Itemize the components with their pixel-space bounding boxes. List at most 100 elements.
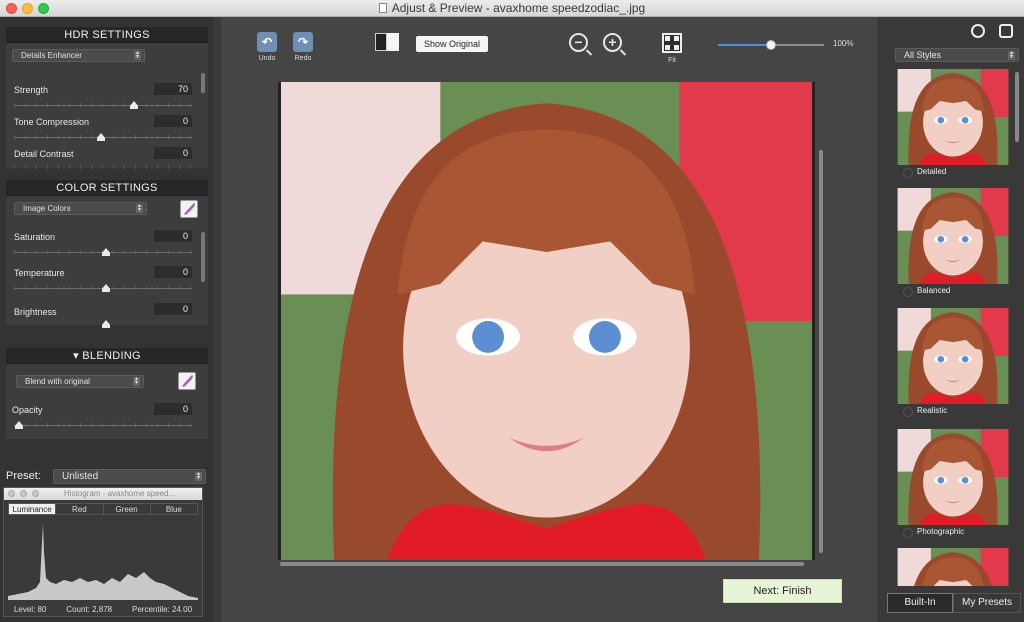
histogram-close-button[interactable] xyxy=(8,490,15,497)
color-settings-header: COLOR SETTINGS xyxy=(6,180,208,196)
histogram-titlebar: Histogram - avaxhome speed... xyxy=(4,488,202,500)
temperature-label: Temperature xyxy=(14,268,65,278)
style-preview-image xyxy=(897,69,1009,165)
tab-luminance[interactable]: Luminance xyxy=(9,504,57,514)
vertical-scrollbar[interactable] xyxy=(819,150,823,553)
style-preview-image xyxy=(897,429,1009,525)
hdr-preset-value: Details Enhancer xyxy=(21,51,82,60)
blend-mode-dropdown[interactable]: Blend with original ▴ ▾ xyxy=(16,375,144,388)
next-finish-button[interactable]: Next: Finish xyxy=(723,579,842,603)
tone-compression-value[interactable]: 0 xyxy=(154,115,192,127)
style-thumbnail[interactable] xyxy=(897,548,1009,586)
style-preview-image xyxy=(897,188,1009,284)
document-icon xyxy=(378,3,387,13)
compare-after-icon xyxy=(387,33,399,51)
tab-red[interactable]: Red xyxy=(56,504,104,514)
zoom-slider-knob[interactable] xyxy=(766,40,776,50)
opacity-slider-track[interactable] xyxy=(14,425,192,426)
styles-panel: All Styles ▴ ▾ Detailed Balanced Realisti… xyxy=(878,17,1024,622)
hdr-scrollbar[interactable] xyxy=(201,73,205,93)
color-scrollbar[interactable] xyxy=(201,232,205,282)
histogram-footer: Level: 80 Count: 2,878 Percentile: 24.00 xyxy=(4,605,202,614)
redo-arrow-icon: ↷ xyxy=(293,32,313,52)
updown-arrows-icon: ▴ ▾ xyxy=(1008,50,1015,60)
blend-brush-button[interactable] xyxy=(178,372,196,390)
camera-roll-icon[interactable] xyxy=(971,24,985,38)
tab-built-in[interactable]: Built-In xyxy=(887,593,953,613)
styles-filter-dropdown[interactable]: All Styles ▴ ▾ xyxy=(895,48,1019,62)
preview-image[interactable] xyxy=(278,82,815,560)
redo-button[interactable]: ↷ Redo xyxy=(293,32,313,62)
zoom-out-icon[interactable]: − xyxy=(569,33,588,52)
color-preset-value: Image Colors xyxy=(23,204,71,213)
style-thumbnail[interactable]: Balanced xyxy=(897,188,1009,298)
brush-icon xyxy=(184,203,195,215)
style-thumbnail[interactable]: Realistic xyxy=(897,308,1009,418)
style-label: Realistic xyxy=(897,404,1009,418)
style-preview-image xyxy=(897,308,1009,404)
undo-button[interactable]: ↶ Undo xyxy=(257,32,277,62)
histogram-minimize-button[interactable] xyxy=(20,490,27,497)
style-label: Balanced xyxy=(897,284,1009,298)
color-preset-dropdown[interactable]: Image Colors ▴ ▾ xyxy=(14,202,147,215)
styles-filter-value: All Styles xyxy=(904,50,942,60)
brightness-label: Brightness xyxy=(14,307,57,317)
updown-arrows-icon: ▴ ▾ xyxy=(136,203,143,213)
temperature-value[interactable]: 0 xyxy=(154,266,192,278)
preview-area: ↶ Undo ↷ Redo Show Original − + Fit 100% xyxy=(221,17,878,622)
styles-scrollbar[interactable] xyxy=(1015,72,1019,142)
strength-value[interactable]: 70 xyxy=(154,83,192,95)
brush-icon xyxy=(182,375,193,387)
tab-green[interactable]: Green xyxy=(104,504,151,514)
style-thumbnail[interactable]: Photographic xyxy=(897,429,1009,539)
fit-label: Fit xyxy=(668,57,676,64)
brightness-slider-thumb[interactable] xyxy=(102,320,110,328)
histogram-zoom-button[interactable] xyxy=(32,490,39,497)
detail-contrast-ticks xyxy=(14,165,192,169)
blending-header[interactable]: ▾ BLENDING xyxy=(6,348,208,364)
hdr-preset-dropdown[interactable]: Details Enhancer ▴ ▾ xyxy=(12,49,145,62)
zoom-level: 100% xyxy=(833,39,854,48)
brightness-value[interactable]: 0 xyxy=(154,303,192,315)
color-brush-button[interactable] xyxy=(180,200,198,218)
chevron-down-icon: ▾ xyxy=(73,350,83,362)
saturation-value[interactable]: 0 xyxy=(154,230,192,242)
updown-arrows-icon: ▴ ▾ xyxy=(133,376,140,386)
window-title-text: Adjust & Preview - avaxhome speedzodiac_… xyxy=(391,1,646,15)
horizontal-scrollbar[interactable] xyxy=(280,562,804,566)
opacity-label: Opacity xyxy=(12,405,43,415)
histogram-level: Level: 80 xyxy=(13,605,47,614)
strength-slider-track[interactable] xyxy=(14,105,192,106)
grid-view-icon[interactable] xyxy=(999,24,1013,38)
zoom-slider[interactable] xyxy=(718,40,824,50)
detail-contrast-value[interactable]: 0 xyxy=(154,147,192,159)
split-compare-button[interactable] xyxy=(375,31,401,53)
updown-arrows-icon: ▴ ▾ xyxy=(195,471,202,481)
style-thumbnail[interactable]: Detailed xyxy=(897,69,1009,179)
tab-my-presets[interactable]: My Presets xyxy=(953,593,1021,613)
zoom-slider-fill xyxy=(718,44,771,46)
preset-dropdown[interactable]: Unlisted ▴ ▾ xyxy=(53,469,206,484)
app-window: Adjust & Preview - avaxhome speedzodiac_… xyxy=(0,0,1024,622)
tone-compression-label: Tone Compression xyxy=(14,117,90,127)
histogram-graph xyxy=(8,524,198,600)
style-preview-image xyxy=(897,548,1009,586)
color-settings-section: COLOR SETTINGS Image Colors ▴ ▾ Saturatio… xyxy=(6,180,208,328)
hdr-settings-header: HDR SETTINGS xyxy=(6,27,208,43)
redo-label: Redo xyxy=(294,55,312,62)
blending-header-label: BLENDING xyxy=(82,350,141,362)
opacity-value[interactable]: 0 xyxy=(154,403,192,415)
zoom-in-icon[interactable]: + xyxy=(603,33,622,52)
show-original-button[interactable]: Show Original xyxy=(416,36,488,52)
fit-button[interactable]: Fit xyxy=(662,33,682,64)
tab-blue[interactable]: Blue xyxy=(151,504,197,514)
histogram-tabs: Luminance Red Green Blue xyxy=(8,503,198,515)
histogram-title: Histogram - avaxhome speed... xyxy=(64,489,176,498)
saturation-label: Saturation xyxy=(14,232,56,242)
updown-arrows-icon: ▴ ▾ xyxy=(134,50,141,60)
blend-mode-value: Blend with original xyxy=(25,377,90,386)
window-title: Adjust & Preview - avaxhome speedzodiac_… xyxy=(0,1,1024,15)
preset-row: Preset: Unlisted ▴ ▾ xyxy=(6,469,206,485)
style-label: Photographic xyxy=(897,525,1009,539)
histogram-percentile: Percentile: 24.00 xyxy=(132,605,193,614)
